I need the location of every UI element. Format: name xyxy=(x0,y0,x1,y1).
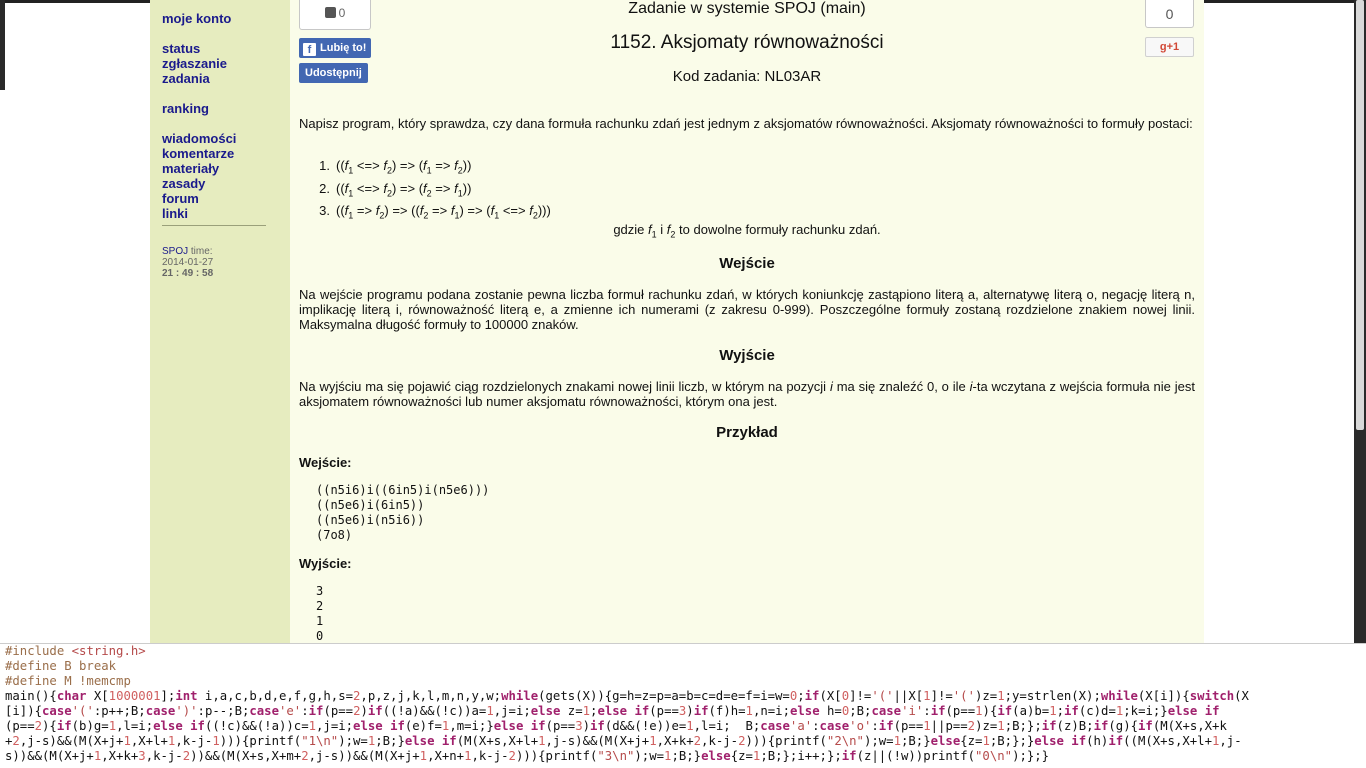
time-date: 2014-01-27 xyxy=(162,257,214,268)
sidebar-item-moje-konto[interactable]: moje konto xyxy=(162,11,231,26)
server-time: SPOJ time: 2014-01-27 21 : 49 : 58 xyxy=(162,246,213,279)
code-line: +2,j-s)&&(M(X+j+1,X+l+1,k-j-1))){printf(… xyxy=(5,734,1242,748)
problem-content: 0 f Lubię to! Udostępnij 0 g+1 Zadanie w … xyxy=(290,0,1204,643)
scrollbar-thumb[interactable] xyxy=(1356,0,1364,430)
sidebar: moje konto status zgłaszanie zadania ran… xyxy=(150,0,290,643)
time-brand[interactable]: SPOJ xyxy=(162,246,188,257)
code-line: #define B break xyxy=(5,659,117,673)
problem-system: Zadanie w systemie SPOJ (main) xyxy=(628,0,866,17)
sidebar-item-materialy[interactable]: materiały xyxy=(162,161,219,176)
problem-intro: Napisz program, który sprawdza, czy dana… xyxy=(299,116,1193,131)
example-output: 3 2 1 0 xyxy=(316,584,324,643)
code-editor[interactable]: #include <string.h> #define B break #def… xyxy=(0,643,1366,768)
output-description: Na wyjściu ma się pojawić ciąg rozdzielo… xyxy=(299,379,1195,409)
sidebar-divider xyxy=(162,225,266,226)
time-label: time: xyxy=(190,246,213,257)
problem-title: 1152. Aksjomaty równoważności xyxy=(610,32,884,53)
code-line: s))&&(M(X+j+1,X+k+3,k-j-2))&&(M(X+s,X+m+… xyxy=(5,749,1050,763)
axiom-note: gdzie f1 i f2 to dowolne formuły rachunk… xyxy=(613,222,881,240)
problem-code: Kod zadania: NL03AR xyxy=(672,68,822,85)
sidebar-item-ranking[interactable]: ranking xyxy=(162,101,209,116)
example-output-label: Wyjście: xyxy=(299,556,352,571)
time-clock: 21 : 49 : 58 xyxy=(162,268,214,279)
left-edge xyxy=(0,0,5,90)
sidebar-item-zasady[interactable]: zasady xyxy=(162,176,205,191)
code-line: #define M !memcmp xyxy=(5,674,131,688)
example-input: ((n5i6)i((6in5)i(n5e6))) ((n5e6)i(6in5))… xyxy=(316,483,490,542)
example-heading: Przykład xyxy=(716,424,778,441)
axiom-2: 2. ((f1 <=> f2) => (f2 => f1)) xyxy=(319,180,472,199)
sidebar-item-forum[interactable]: forum xyxy=(162,191,199,206)
output-heading: Wyjście xyxy=(719,347,775,364)
axiom-1: 1. ((f1 <=> f2) => (f1 => f2)) xyxy=(319,158,472,176)
example-input-label: Wejście: xyxy=(299,455,352,470)
code-line: main(){char X[1000001];int i,a,c,b,d,e,f… xyxy=(5,689,1249,703)
code-line: (p==2){if(b)g=1,l=i;else if((!c)&&(!a))c… xyxy=(5,719,1227,733)
code-line: #include <string.h> xyxy=(5,644,146,658)
sidebar-item-komentarze[interactable]: komentarze xyxy=(162,146,234,161)
sidebar-item-zadania[interactable]: zadania xyxy=(162,71,210,86)
sidebar-item-wiadomosci[interactable]: wiadomości xyxy=(162,131,236,146)
page: moje konto status zgłaszanie zadania ran… xyxy=(0,0,1366,643)
code-line: [i]){case'(':p++;B;case')':p--;B;case'e'… xyxy=(5,704,1220,718)
input-description: Na wejście programu podana zostanie pewn… xyxy=(299,287,1195,332)
sidebar-item-zglaszanie[interactable]: zgłaszanie xyxy=(162,56,227,71)
axiom-list: 1. ((f1 <=> f2) => (f1 => f2)) 2. ((f1 <=>… xyxy=(312,157,551,225)
input-heading: Wejście xyxy=(719,255,775,272)
sidebar-item-status[interactable]: status xyxy=(162,41,200,56)
sidebar-item-linki[interactable]: linki xyxy=(162,206,188,221)
